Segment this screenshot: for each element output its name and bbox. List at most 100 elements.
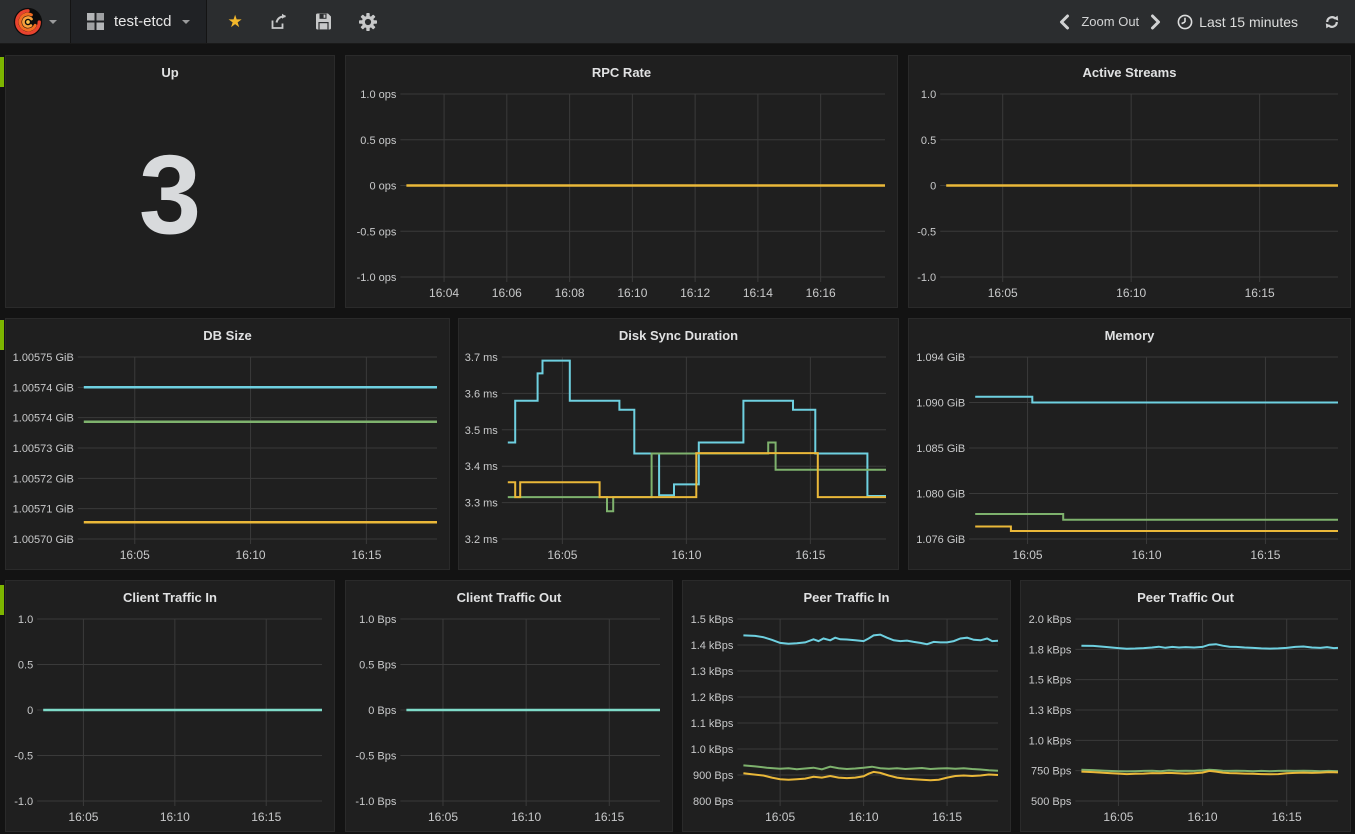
- panel-up: Up 3: [5, 55, 335, 308]
- share-icon: [270, 13, 288, 30]
- y-tick-label: 3.6 ms: [465, 388, 499, 400]
- series-line: [975, 527, 1338, 532]
- y-tick-label: 0: [27, 705, 33, 717]
- series-line: [975, 397, 1338, 403]
- x-tick-label: 16:06: [492, 286, 522, 300]
- y-tick-label: -0.5: [917, 226, 936, 238]
- x-tick-label: 16:10: [1116, 286, 1146, 300]
- chart-db-size[interactable]: 1.00570 GiB1.00571 GiB1.00572 GiB1.00573…: [6, 345, 449, 569]
- y-tick-label: -0.5: [14, 751, 33, 763]
- x-tick-label: 16:15: [594, 810, 624, 824]
- panel-title[interactable]: Client Traffic Out: [346, 581, 672, 607]
- x-tick-label: 16:15: [1272, 810, 1302, 824]
- refresh-icon: [1324, 14, 1340, 30]
- chart-svg: -1.0 ops-0.5 ops0 ops0.5 ops1.0 ops16:04…: [346, 82, 897, 307]
- y-tick-label: 1.8 kBps: [1029, 644, 1072, 656]
- row-collapse-indicator[interactable]: [0, 57, 4, 87]
- x-tick-label: 16:15: [1250, 548, 1280, 562]
- panel-peer-traffic-in: Peer Traffic In 800 Bps900 Bps1.0 kBps1.…: [682, 580, 1011, 832]
- y-tick-label: 1.4 kBps: [691, 640, 734, 652]
- y-tick-label: 1.0: [921, 89, 936, 101]
- star-icon[interactable]: ★: [228, 13, 243, 30]
- chart-disk-sync-duration[interactable]: 3.2 ms3.3 ms3.4 ms3.5 ms3.6 ms3.7 ms16:0…: [459, 345, 898, 569]
- panel-title[interactable]: Memory: [909, 319, 1350, 345]
- save-icon: [315, 13, 332, 30]
- panel-title[interactable]: Peer Traffic Out: [1021, 581, 1350, 607]
- grafana-logo-menu[interactable]: [0, 0, 71, 43]
- chart-svg: -1.0-0.500.51.016:0516:1016:15: [6, 607, 334, 831]
- panel-db-size: DB Size 1.00570 GiB1.00571 GiB1.00572 Gi…: [5, 318, 450, 570]
- x-tick-label: 16:05: [120, 548, 150, 562]
- y-tick-label: 0 Bps: [368, 705, 397, 717]
- y-tick-label: 1.094 GiB: [916, 352, 965, 364]
- y-tick-label: 1.00570 GiB: [13, 534, 74, 546]
- series-line: [1081, 644, 1338, 649]
- time-range-label: Last 15 minutes: [1199, 14, 1298, 30]
- panel-title[interactable]: Peer Traffic In: [683, 581, 1010, 607]
- chart-peer-traffic-out[interactable]: 500 Bps750 Bps1.0 kBps1.3 kBps1.5 kBps1.…: [1021, 607, 1350, 831]
- panel-title[interactable]: Up: [6, 56, 334, 82]
- chart-svg: 1.076 GiB1.080 GiB1.085 GiB1.090 GiB1.09…: [909, 345, 1350, 569]
- panel-title[interactable]: DB Size: [6, 319, 449, 345]
- y-tick-label: 1.5 kBps: [1029, 675, 1072, 687]
- y-tick-label: -0.5 ops: [357, 226, 397, 238]
- panel-title-text: DB Size: [203, 328, 251, 343]
- y-tick-label: 1.0 kBps: [691, 744, 734, 756]
- row-collapse-indicator[interactable]: [0, 320, 4, 350]
- time-shift-back-button[interactable]: [1057, 14, 1071, 30]
- series-line: [743, 765, 998, 770]
- panel-active-streams: Active Streams -1.0-0.500.51.016:0516:10…: [908, 55, 1351, 308]
- refresh-button[interactable]: [1324, 14, 1340, 30]
- time-range-picker[interactable]: Last 15 minutes: [1177, 14, 1298, 30]
- x-tick-label: 16:15: [251, 810, 281, 824]
- x-tick-label: 16:08: [555, 286, 585, 300]
- singlestat-value: 3: [6, 82, 334, 307]
- x-tick-label: 16:10: [1131, 548, 1161, 562]
- x-tick-label: 16:05: [547, 548, 577, 562]
- y-tick-label: 3.5 ms: [465, 425, 499, 437]
- y-tick-label: -1.0 Bps: [355, 796, 396, 808]
- panel-title[interactable]: Client Traffic In: [6, 581, 334, 607]
- y-tick-label: 3.7 ms: [465, 352, 499, 364]
- y-tick-label: 0 ops: [369, 181, 396, 193]
- y-tick-label: 1.00571 GiB: [13, 504, 74, 516]
- chart-svg: 500 Bps750 Bps1.0 kBps1.3 kBps1.5 kBps1.…: [1021, 607, 1350, 831]
- x-tick-label: 16:05: [428, 810, 458, 824]
- save-button[interactable]: [315, 13, 332, 30]
- chart-client-traffic-in[interactable]: -1.0-0.500.51.016:0516:1016:15: [6, 607, 334, 831]
- panel-client-traffic-in: Client Traffic In -1.0-0.500.51.016:0516…: [5, 580, 335, 832]
- panel-title[interactable]: Disk Sync Duration: [459, 319, 898, 345]
- y-tick-label: 1.0 Bps: [359, 614, 397, 626]
- row-collapse-indicator[interactable]: [0, 585, 4, 615]
- series-line: [743, 635, 998, 645]
- chart-active-streams[interactable]: -1.0-0.500.51.016:0516:1016:15: [909, 82, 1350, 307]
- chart-rpc-rate[interactable]: -1.0 ops-0.5 ops0 ops0.5 ops1.0 ops16:04…: [346, 82, 897, 307]
- x-tick-label: 16:10: [671, 548, 701, 562]
- panel-title[interactable]: Active Streams: [909, 56, 1350, 82]
- panel-title-text: Disk Sync Duration: [619, 328, 738, 343]
- y-tick-label: 3.2 ms: [465, 534, 499, 546]
- y-tick-label: 1.5 kBps: [691, 614, 734, 626]
- x-tick-label: 16:04: [429, 286, 459, 300]
- panel-title-text: Up: [161, 65, 178, 80]
- x-tick-label: 16:10: [160, 810, 190, 824]
- dashboard-title-dropdown[interactable]: test-etcd: [71, 0, 207, 43]
- panel-title[interactable]: RPC Rate: [346, 56, 897, 82]
- time-controls: Zoom Out Last 15 minutes: [1057, 0, 1355, 43]
- x-tick-label: 16:15: [1245, 286, 1275, 300]
- settings-button[interactable]: [359, 13, 377, 31]
- panel-title-text: Client Traffic In: [123, 590, 217, 605]
- share-button[interactable]: [270, 13, 288, 30]
- chart-peer-traffic-in[interactable]: 800 Bps900 Bps1.0 kBps1.1 kBps1.2 kBps1.…: [683, 607, 1010, 831]
- zoom-out-button[interactable]: Zoom Out: [1081, 14, 1139, 29]
- time-shift-forward-button[interactable]: [1149, 14, 1163, 30]
- y-tick-label: 1.090 GiB: [916, 398, 965, 410]
- y-tick-label: 3.3 ms: [465, 498, 499, 510]
- chart-memory[interactable]: 1.076 GiB1.080 GiB1.085 GiB1.090 GiB1.09…: [909, 345, 1350, 569]
- chart-svg: 1.00570 GiB1.00571 GiB1.00572 GiB1.00573…: [6, 345, 449, 569]
- x-tick-label: 16:10: [617, 286, 647, 300]
- x-tick-label: 16:15: [932, 810, 962, 824]
- grafana-logo-icon: [13, 7, 43, 37]
- chart-client-traffic-out[interactable]: -1.0 Bps-0.5 Bps0 Bps0.5 Bps1.0 Bps16:05…: [346, 607, 672, 831]
- chart-svg: -1.0-0.500.51.016:0516:1016:15: [909, 82, 1350, 307]
